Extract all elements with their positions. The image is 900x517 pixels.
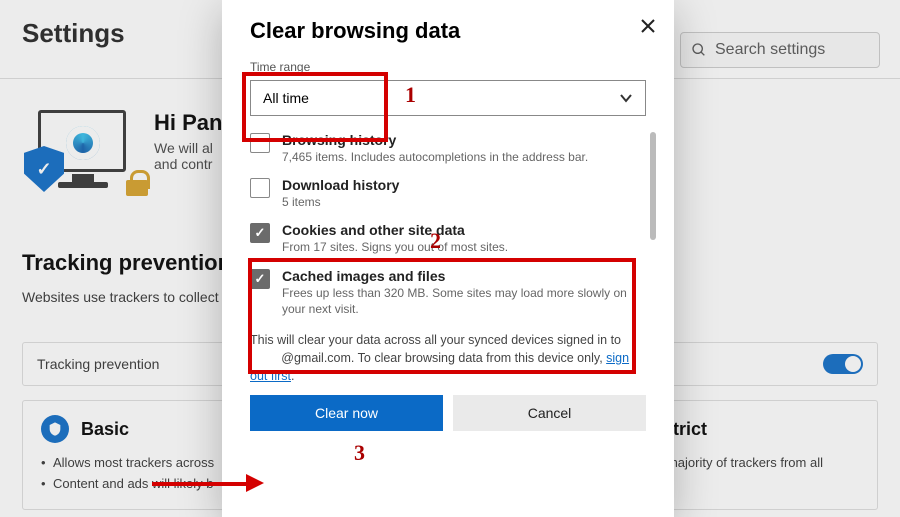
- option-cache[interactable]: Cached images and files Frees up less th…: [250, 268, 646, 317]
- lock-icon: [126, 170, 148, 196]
- time-range-select[interactable]: All time: [250, 80, 646, 116]
- basic-card-icon: [41, 415, 69, 443]
- opt-label: Cached images and files: [282, 268, 646, 284]
- chevron-down-icon: [619, 91, 633, 105]
- edge-logo-icon: [66, 126, 100, 160]
- profile-greeting: Hi Pan: [154, 110, 222, 136]
- opt-label: Cookies and other site data: [282, 222, 508, 238]
- time-range-label: Time range: [250, 60, 646, 74]
- sync-note: This will clear your data across all you…: [250, 331, 646, 385]
- profile-desc-1: We will al: [154, 140, 222, 156]
- option-browsing-history[interactable]: Browsing history 7,465 items. Includes a…: [250, 132, 646, 165]
- option-cookies[interactable]: Cookies and other site data From 17 site…: [250, 222, 646, 255]
- search-placeholder: Search settings: [715, 41, 825, 59]
- scrollbar-thumb[interactable]: [650, 132, 656, 240]
- search-settings-box[interactable]: Search settings: [680, 32, 880, 68]
- tracking-toggle[interactable]: [823, 354, 863, 374]
- checkbox-cache[interactable]: [250, 269, 270, 289]
- checkbox-cookies[interactable]: [250, 223, 270, 243]
- profile-illustration: [22, 110, 132, 205]
- checkbox-download-history[interactable]: [250, 178, 270, 198]
- time-range-value: All time: [263, 90, 309, 106]
- basic-card-title: Basic: [81, 419, 129, 440]
- opt-sub: Frees up less than 320 MB. Some sites ma…: [282, 285, 646, 317]
- options-list: Browsing history 7,465 items. Includes a…: [250, 132, 646, 317]
- search-icon: [691, 42, 707, 58]
- profile-section: Hi Pan We will al and contr: [22, 110, 222, 205]
- dialog-close-button[interactable]: [634, 12, 662, 40]
- cancel-button[interactable]: Cancel: [453, 395, 646, 431]
- opt-label: Download history: [282, 177, 399, 193]
- profile-desc-2: and contr: [154, 156, 222, 172]
- clear-now-button[interactable]: Clear now: [250, 395, 443, 431]
- opt-sub: 5 items: [282, 194, 399, 210]
- checkbox-browsing-history[interactable]: [250, 133, 270, 153]
- option-download-history[interactable]: Download history 5 items: [250, 177, 646, 210]
- tracking-bar-label: Tracking prevention: [37, 356, 159, 372]
- clear-browsing-data-dialog: Clear browsing data Time range All time …: [222, 0, 674, 517]
- opt-sub: 7,465 items. Includes autocompletions in…: [282, 149, 588, 165]
- opt-sub: From 17 sites. Signs you out of most sit…: [282, 239, 508, 255]
- dialog-title: Clear browsing data: [250, 18, 646, 44]
- close-icon: [641, 19, 655, 33]
- opt-label: Browsing history: [282, 132, 588, 148]
